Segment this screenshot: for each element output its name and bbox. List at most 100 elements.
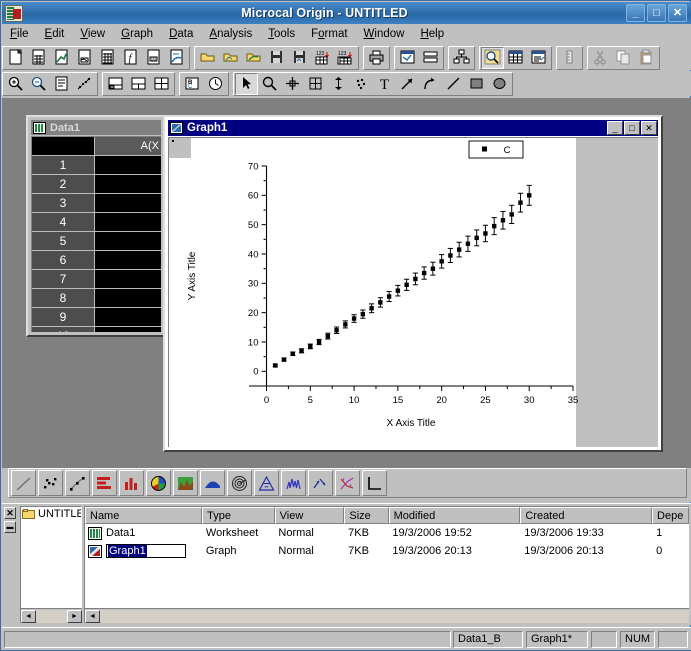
list-column-header[interactable]: Name	[85, 507, 203, 524]
layer-4-panel-icon[interactable]	[150, 73, 173, 95]
maximize-button[interactable]: □	[647, 4, 666, 22]
horizontal-bar-plot-icon[interactable]	[92, 470, 117, 496]
menu-tools[interactable]: Tools	[260, 26, 303, 42]
graph-maximize-button[interactable]: □	[624, 121, 640, 135]
worksheet-corner-cell[interactable]	[32, 137, 95, 156]
data-reader-icon[interactable]	[304, 73, 327, 95]
menu-data[interactable]: Data	[161, 26, 201, 42]
line-tool-icon[interactable]	[442, 73, 465, 95]
data-series-c[interactable]	[272, 184, 532, 368]
fill-area-plot-icon[interactable]	[200, 470, 225, 496]
worksheet-cell[interactable]	[95, 251, 161, 270]
close-button[interactable]: ✕	[668, 4, 687, 22]
new-layout-icon[interactable]	[73, 47, 96, 69]
worksheet-window-icon[interactable]	[504, 47, 527, 69]
worksheet-cell[interactable]	[95, 213, 161, 232]
list-item[interactable]: Graph1 Graph Normal 7KB 19/3/2006 20:13 19/3/…	[85, 542, 689, 560]
menu-analysis[interactable]: Analysis	[201, 26, 260, 42]
zoom-tool-icon[interactable]	[258, 73, 281, 95]
clock-icon[interactable]	[204, 73, 227, 95]
print-icon[interactable]	[365, 47, 388, 69]
worksheet-row-header[interactable]: 3	[32, 194, 95, 213]
worksheet-cell[interactable]	[95, 270, 161, 289]
scatter-plot-icon[interactable]	[38, 470, 63, 496]
new-excel-icon[interactable]	[165, 47, 188, 69]
list-column-header[interactable]: Created	[520, 507, 653, 524]
tree-scroll-right-button[interactable]: ►	[67, 609, 82, 623]
worksheet-cell[interactable]	[95, 175, 161, 194]
ternary-plot-icon[interactable]	[254, 470, 279, 496]
worksheet-title-bar[interactable]: Data1	[31, 120, 161, 135]
minimize-button[interactable]: _	[626, 4, 645, 22]
project-explorer-close-button[interactable]: ✕	[4, 507, 16, 519]
new-graph-icon[interactable]	[50, 47, 73, 69]
worksheet-column-header-a[interactable]: A(X	[95, 137, 161, 156]
rename-input[interactable]: Graph1	[106, 544, 186, 558]
open-template-icon[interactable]	[219, 47, 242, 69]
menu-help[interactable]: Help	[412, 26, 452, 42]
vertical-scale-icon[interactable]	[558, 47, 581, 69]
menu-window[interactable]: Window	[356, 26, 413, 42]
text-tool-icon[interactable]: T	[373, 73, 396, 95]
extract-to-layers-icon[interactable]: BC	[181, 73, 204, 95]
tree-scroll-track[interactable]	[36, 609, 67, 623]
worksheet-grid[interactable]: A(X 12345678910	[31, 136, 161, 332]
pie-chart-icon[interactable]	[146, 470, 171, 496]
project-explorer-list[interactable]: Name Type View Size Modified Created Depe Data…	[84, 506, 689, 622]
worksheet-row-header[interactable]: 4	[32, 213, 95, 232]
curve-tool-icon[interactable]	[419, 73, 442, 95]
column-plot-icon[interactable]	[119, 470, 144, 496]
new-matrix-icon[interactable]	[96, 47, 119, 69]
project-explorer-pin-button[interactable]: ▬	[4, 521, 16, 533]
add-layer-bottom-icon[interactable]	[104, 73, 127, 95]
polar-plot-icon[interactable]	[227, 470, 252, 496]
mask-tool-icon[interactable]	[350, 73, 373, 95]
project-explorer-icon[interactable]	[396, 47, 419, 69]
layer-management-icon[interactable]	[450, 47, 473, 69]
save-template-icon[interactable]	[288, 47, 311, 69]
new-worksheet-icon[interactable]	[27, 47, 50, 69]
worksheet-row[interactable]: 9	[32, 308, 161, 327]
import-ascii-icon[interactable]: 123	[311, 47, 334, 69]
open-excel-icon[interactable]	[242, 47, 265, 69]
worksheet-row-header[interactable]: 7	[32, 270, 95, 289]
worksheet-row-header[interactable]: 9	[32, 308, 95, 327]
worksheet-cell[interactable]	[95, 194, 161, 213]
menu-view[interactable]: View	[72, 26, 113, 42]
menu-graph[interactable]: Graph	[113, 26, 161, 42]
waterfall-plot-icon[interactable]	[281, 470, 306, 496]
layer-2-panel-icon[interactable]	[127, 73, 150, 95]
pointer-tool-icon[interactable]	[235, 72, 258, 95]
project-explorer-tree[interactable]: UNTITLE	[20, 506, 82, 622]
worksheet-row-header[interactable]: 8	[32, 289, 95, 308]
line-plot-icon[interactable]	[11, 470, 36, 496]
zoom-out-page-icon[interactable]	[27, 73, 50, 95]
list-hscrollbar[interactable]: ◄	[84, 608, 689, 623]
worksheet-cell[interactable]	[95, 308, 161, 327]
worksheet-row[interactable]: 8	[32, 289, 161, 308]
worksheet-row[interactable]: 2	[32, 175, 161, 194]
worksheet-row[interactable]: 1	[32, 156, 161, 175]
paste-icon[interactable]	[635, 47, 658, 69]
zoom-window-icon[interactable]	[481, 46, 504, 69]
tree-scroll-left-button[interactable]: ◄	[21, 609, 36, 623]
worksheet-row[interactable]: 5	[32, 232, 161, 251]
line-symbol-plot-icon[interactable]	[65, 470, 90, 496]
menu-format[interactable]: Format	[303, 26, 355, 42]
list-item-name[interactable]: Graph1	[85, 544, 202, 558]
tree-hscrollbar[interactable]: ◄ ►	[20, 608, 82, 623]
worksheet-row[interactable]: 3	[32, 194, 161, 213]
worksheet-cell[interactable]	[95, 232, 161, 251]
list-item-name[interactable]: Data1	[85, 526, 202, 540]
worksheet-cell[interactable]	[95, 156, 161, 175]
template-plot-icon[interactable]	[362, 470, 387, 496]
copy-icon[interactable]	[612, 47, 635, 69]
list-scroll-track[interactable]	[100, 609, 689, 623]
new-notes-icon[interactable]: 00	[142, 47, 165, 69]
list-column-header[interactable]: Modified	[388, 507, 521, 524]
list-column-header[interactable]: Type	[202, 507, 275, 524]
zoom-in-page-icon[interactable]	[4, 73, 27, 95]
worksheet-window-data1[interactable]: Data1 A(X 12345678910	[26, 115, 166, 337]
tree-root-item[interactable]: UNTITLE	[21, 507, 81, 520]
new-project-icon[interactable]	[4, 47, 27, 69]
